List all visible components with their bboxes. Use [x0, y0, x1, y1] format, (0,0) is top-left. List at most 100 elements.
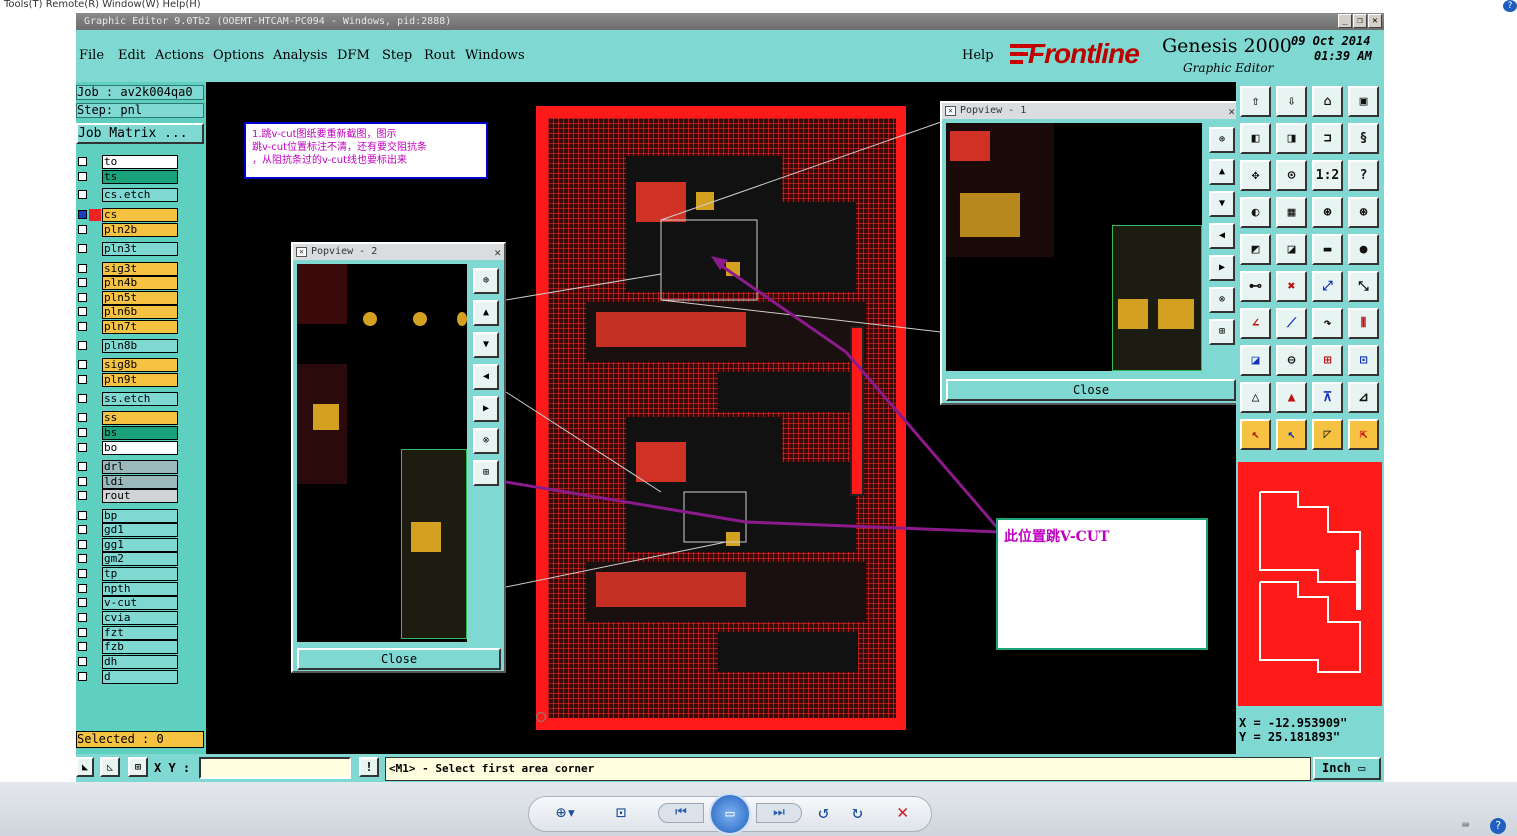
window-menu-icon[interactable]: ✕	[945, 106, 956, 116]
window-icon[interactable]: ▣	[1348, 86, 1379, 117]
close-window-button[interactable]: ✕	[1368, 14, 1382, 28]
zoom-out-icon[interactable]: ⊗	[473, 428, 499, 454]
triangle2-icon[interactable]: ▲	[1276, 382, 1307, 413]
layer-checkbox[interactable]	[78, 540, 87, 549]
menu-dfm[interactable]: DFM	[337, 48, 370, 63]
prev-icon[interactable]: ⏮	[658, 803, 704, 823]
layer-checkbox[interactable]	[78, 413, 87, 422]
layer-checkbox[interactable]	[78, 322, 87, 331]
layer-row-pln7t[interactable]: pln7t	[76, 320, 180, 334]
rotate-right-icon[interactable]: ↻	[852, 802, 863, 823]
layer-row-npth[interactable]: npth	[76, 582, 180, 596]
layer-row-drl[interactable]: drl	[76, 460, 180, 474]
grid-icon[interactable]: ▦	[1276, 197, 1307, 228]
layer-row-sig3t[interactable]: sig3t	[76, 262, 180, 276]
snap-icon[interactable]: §	[1348, 123, 1379, 154]
layer-row-pln8b[interactable]: pln8b	[76, 339, 180, 353]
move-icon[interactable]: ✥	[1240, 160, 1271, 191]
grid-icon[interactable]: ⊞	[128, 757, 148, 777]
select-box-icon[interactable]: ⊡	[1348, 345, 1379, 376]
layer-row-v-cut[interactable]: v-cut	[76, 596, 180, 610]
layer-checkbox[interactable]	[78, 210, 87, 219]
pan-right-icon[interactable]: ▶	[473, 396, 499, 422]
mirror-icon[interactable]: ⫴	[1348, 308, 1379, 339]
units-dropdown[interactable]: Inch ▭	[1313, 757, 1381, 780]
layer-checkbox[interactable]	[78, 628, 87, 637]
menu-file[interactable]: File	[79, 48, 104, 63]
layer-checkbox[interactable]	[78, 491, 87, 500]
pan-down-icon[interactable]: ▼	[1209, 191, 1235, 217]
layer-checkbox[interactable]	[78, 511, 87, 520]
layer-checkbox[interactable]	[78, 278, 87, 287]
slideshow-icon[interactable]: ▭	[709, 793, 751, 835]
layer-checkbox[interactable]	[78, 264, 87, 273]
home-icon[interactable]: ⌂	[1312, 86, 1343, 117]
popview-2-close-button[interactable]: Close	[297, 648, 501, 670]
subtract-icon[interactable]: ⊖	[1276, 345, 1307, 376]
top-help-icon[interactable]: ?	[1503, 0, 1517, 12]
layer-row-tp[interactable]: tp	[76, 567, 180, 581]
menu-analysis[interactable]: Analysis	[273, 48, 328, 63]
layer-row-pln2b[interactable]: pln2b	[76, 223, 180, 237]
pan-left-icon[interactable]: ◀	[473, 364, 499, 390]
layer-row-rout[interactable]: rout	[76, 489, 180, 503]
popview-2-view[interactable]	[297, 264, 467, 642]
layer-row-pln9t[interactable]: pln9t	[76, 373, 180, 387]
pan-down-icon[interactable]: ▼	[473, 332, 499, 358]
delete-icon[interactable]: ✕	[897, 801, 908, 823]
layer-checkbox[interactable]	[78, 293, 87, 302]
layer-checkbox[interactable]	[78, 584, 87, 593]
cross-icon[interactable]: ✖	[1276, 271, 1307, 302]
layer-checkbox[interactable]	[78, 613, 87, 622]
menu-actions[interactable]: Actions	[155, 48, 204, 63]
rotate-icon[interactable]: ↷	[1312, 308, 1343, 339]
layer-row-ss.etch[interactable]: ss.etch	[76, 392, 180, 406]
layer-checkbox[interactable]	[78, 157, 87, 166]
menu-rout[interactable]: Rout	[424, 48, 455, 63]
feature-icon[interactable]: ◩	[1240, 234, 1271, 265]
zoom-in-icon[interactable]: ⊕	[1209, 127, 1235, 153]
query-icon[interactable]: ?	[1348, 160, 1379, 191]
split-icon[interactable]: ⊐	[1312, 123, 1343, 154]
angle-icon[interactable]: ∠	[1240, 308, 1271, 339]
menu-edit[interactable]: Edit	[118, 48, 145, 63]
node-icon[interactable]: ⊷	[1240, 271, 1271, 302]
layer-checkbox[interactable]	[78, 341, 87, 350]
rotate-left-icon[interactable]: ↺	[818, 802, 829, 823]
menu-options[interactable]: Options	[213, 48, 264, 63]
layer-checkbox[interactable]	[78, 394, 87, 403]
layer-row-pln6b[interactable]: pln6b	[76, 305, 180, 319]
arc2-icon[interactable]: ⊿	[1348, 382, 1379, 413]
popview-2-close-icon[interactable]: ✕	[494, 245, 501, 261]
highlight-icon[interactable]: ◐	[1240, 197, 1271, 228]
layer-checkbox[interactable]	[78, 525, 87, 534]
center-icon[interactable]: ⊙	[1276, 160, 1307, 191]
layer-checkbox[interactable]	[78, 428, 87, 437]
layer-checkbox[interactable]	[78, 554, 87, 563]
layer-checkbox[interactable]	[78, 642, 87, 651]
polygon-icon[interactable]: ◪	[1276, 234, 1307, 265]
layer-checkbox[interactable]	[78, 172, 87, 181]
layer-row-d[interactable]: d	[76, 670, 180, 684]
zoom-in-icon[interactable]: ⊕	[473, 268, 499, 294]
layer-row-gm2[interactable]: gm2	[76, 552, 180, 566]
line-tool-icon[interactable]: ⤢	[1312, 271, 1343, 302]
pan-up-icon[interactable]: ▲	[1209, 159, 1235, 185]
scale-icon[interactable]: 1:2	[1312, 160, 1343, 191]
menu-step[interactable]: Step	[382, 48, 412, 63]
view-left-icon[interactable]: ◧	[1240, 123, 1271, 154]
layer-row-ldi[interactable]: ldi	[76, 475, 180, 489]
layer-row-ss[interactable]: ss	[76, 411, 180, 425]
net-icon[interactable]: ⊛	[1312, 197, 1343, 228]
fit-icon[interactable]: ⊞	[473, 460, 499, 486]
slope-icon[interactable]: ⟋	[1276, 308, 1307, 339]
line2-tool-icon[interactable]: ⤡	[1348, 271, 1379, 302]
measure-icon[interactable]: ◣	[76, 757, 94, 777]
window-menu-icon[interactable]: ✕	[296, 247, 307, 257]
layer-checkbox[interactable]	[78, 477, 87, 486]
layer-checkbox[interactable]	[78, 225, 87, 234]
layer-row-sig8b[interactable]: sig8b	[76, 358, 180, 372]
fit-icon[interactable]: ⊡	[616, 803, 626, 823]
layer-row-gd1[interactable]: gd1	[76, 523, 180, 537]
menu-help[interactable]: Help	[962, 48, 994, 63]
